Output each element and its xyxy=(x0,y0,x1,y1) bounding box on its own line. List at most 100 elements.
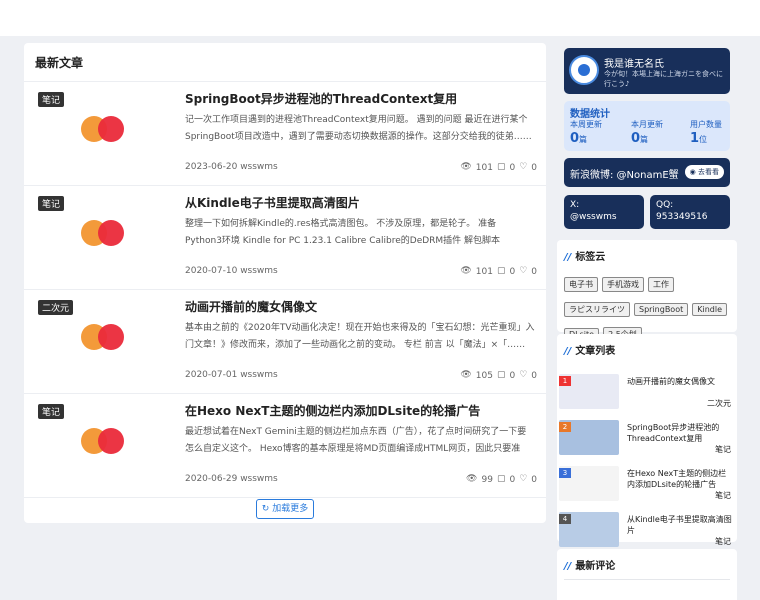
tag-chip[interactable]: SpringBoot xyxy=(634,303,689,316)
tag-chip[interactable]: 手机游戏 xyxy=(602,277,644,292)
profile-card[interactable]: 我是谁无名氏 今が旬！本場上海に上海ガニを食べに行こう♪ xyxy=(564,48,730,94)
article-category[interactable]: 笔记 xyxy=(715,444,731,455)
post-date: 2020-06-29 xyxy=(185,474,238,484)
post-thumbnail[interactable] xyxy=(81,116,125,144)
rank-badge: 1 xyxy=(559,376,571,386)
view-count: 105 xyxy=(475,370,493,381)
comment-count: 0 xyxy=(509,266,516,277)
weibo-visit-button[interactable]: ◉ 去看看 xyxy=(684,165,724,179)
article-title[interactable]: 从Kindle电子书里提取高清图片 xyxy=(627,514,732,536)
post-meta: 2020-07-01 wsswms xyxy=(185,370,278,380)
article-category[interactable]: 笔记 xyxy=(715,536,731,547)
tag-chip[interactable]: 工作 xyxy=(648,277,674,292)
qq-label: QQ: xyxy=(656,200,674,210)
stat-value: 1 xyxy=(690,131,700,146)
post-excerpt: 最近想试着在NexT Gemini主题的侧边栏加点东西（广告），花了点时间研究了… xyxy=(185,427,527,454)
post-excerpt: 整理一下如何拆解Kindle的.res格式高清图包。 不涉及原理，都是轮子。 准… xyxy=(185,219,501,246)
post-item[interactable]: 笔记 在Hexo NexT主题的侧边栏内添加DLsite的轮播广告最近想试着在Ne… xyxy=(24,394,546,498)
tag-chip[interactable]: 电子书 xyxy=(564,277,598,292)
article-title[interactable]: 在Hexo NexT主题的侧边栏内添加DLsite的轮播广告 xyxy=(627,468,732,490)
post-date: 2020-07-10 xyxy=(185,266,238,276)
post-stats: 👁 101 ▢ 0 ♡ 0 xyxy=(456,266,537,277)
comment-icon: ▢ xyxy=(496,474,506,484)
weibo-card: 新浪微博: @NonamE蟹 ◉ 去看看 xyxy=(564,158,730,187)
article-list-item[interactable]: 3 在Hexo NexT主题的侧边栏内添加DLsite的轮播广告 笔记 xyxy=(557,466,737,506)
post-date: 2020-07-01 xyxy=(185,370,238,380)
view-count: 101 xyxy=(475,266,493,277)
post-meta: 2023-06-20 wsswms xyxy=(185,162,278,172)
article-list-panel: //文章列表 1 动画开播前的魔女偶像文二次元 2 SpringBoot异步进程池的T… xyxy=(557,334,737,547)
stat-weekly: 本周更新 0篇 xyxy=(570,119,602,146)
profile-name: 我是谁无名氏 xyxy=(604,59,664,70)
section-title: //文章列表 xyxy=(564,346,616,357)
qq-card[interactable]: QQ: 953349516 xyxy=(650,195,730,229)
eye-icon: 👁 xyxy=(466,474,478,484)
eye-icon: 👁 xyxy=(460,266,472,276)
rank-badge: 4 xyxy=(559,514,571,524)
stat-label: 本月更新 xyxy=(631,120,663,129)
tag-chip[interactable]: ラピスリライツ xyxy=(564,302,630,317)
eye-icon: 👁 xyxy=(460,370,472,380)
post-item[interactable]: 笔记 从Kindle电子书里提取高清图片整理一下如何拆解Kindle的.res格式… xyxy=(24,186,546,290)
x-label: X: xyxy=(570,200,580,210)
stat-unit: 位 xyxy=(699,135,708,144)
stat-value: 0 xyxy=(631,131,641,146)
x-account-card[interactable]: X: @wsswms xyxy=(564,195,644,229)
article-list-item[interactable]: 2 SpringBoot异步进程池的ThreadContext复用 笔记 xyxy=(557,420,737,460)
stat-label: 本周更新 xyxy=(570,120,602,129)
like-count: 0 xyxy=(531,266,537,277)
post-thumbnail[interactable] xyxy=(81,220,125,248)
divider xyxy=(564,579,730,580)
post-item[interactable]: 笔记 SpringBoot异步进程池的ThreadContext复用 记一次工作项目… xyxy=(24,82,546,186)
post-thumbnail[interactable] xyxy=(81,428,125,456)
weibo-icon: ◉ xyxy=(689,168,696,176)
post-title[interactable]: 动画开播前的魔女偶像文 xyxy=(185,298,317,315)
tagcloud-panel: //标签云 电子书手机游戏工作ラピスリライツSpringBootKindleDL… xyxy=(557,240,737,342)
section-title: //标签云 xyxy=(564,252,606,263)
heart-icon: ♡ xyxy=(519,474,528,484)
post-item[interactable]: 二次元 动画开播前的魔女偶像文基本由之前的《2020年TV动画化决定！现在开始也来… xyxy=(24,290,546,394)
rank-badge: 2 xyxy=(559,422,571,432)
category-badge[interactable]: 笔记 xyxy=(38,92,65,107)
stats-card: 数据统计 本周更新 0篇 本月更新 0篇 用户数量 1位 xyxy=(564,101,730,151)
post-thumbnail[interactable] xyxy=(81,324,125,352)
article-category[interactable]: 笔记 xyxy=(715,490,731,501)
article-title[interactable]: SpringBoot异步进程池的ThreadContext复用 xyxy=(627,422,732,444)
top-navbar xyxy=(0,0,760,36)
stat-unit: 篇 xyxy=(640,135,649,144)
article-category[interactable]: 二次元 xyxy=(707,398,731,409)
heart-icon: ♡ xyxy=(519,266,528,276)
post-stats: 👁 99 ▢ 0 ♡ 0 xyxy=(462,474,537,485)
qq-number: 953349516 xyxy=(656,212,708,222)
load-more-button[interactable]: ↻ 加载更多 xyxy=(256,499,314,519)
article-list-item[interactable]: 4 从Kindle电子书里提取高清图片 笔记 xyxy=(557,512,737,552)
view-count: 101 xyxy=(475,162,493,173)
post-title[interactable]: SpringBoot异步进程池的ThreadContext复用 xyxy=(185,90,457,107)
post-excerpt: 基本由之前的《2020年TV动画化决定！现在开始也来得及的「宝石幻想：光芒重现」… xyxy=(185,323,535,350)
post-stats: 👁 101 ▢ 0 ♡ 0 xyxy=(456,162,537,173)
tag-chip[interactable]: Kindle xyxy=(692,303,727,316)
latest-comments-panel: //最新评论 xyxy=(557,549,737,600)
category-badge[interactable]: 笔记 xyxy=(38,404,65,419)
post-stats: 👁 105 ▢ 0 ♡ 0 xyxy=(456,370,537,381)
heart-icon: ♡ xyxy=(519,370,528,380)
comment-count: 0 xyxy=(509,474,516,485)
post-title[interactable]: 在Hexo NexT主题的侧边栏内添加DLsite的轮播广告 xyxy=(185,402,480,419)
stat-users: 用户数量 1位 xyxy=(690,119,722,146)
stat-unit: 篇 xyxy=(579,135,588,144)
article-title[interactable]: 动画开播前的魔女偶像文 xyxy=(627,376,732,387)
load-more-label: 加载更多 xyxy=(272,504,309,514)
stat-value: 0 xyxy=(570,131,580,146)
like-count: 0 xyxy=(531,162,537,173)
post-title[interactable]: 从Kindle电子书里提取高清图片 xyxy=(185,194,360,211)
x-handle: @wsswms xyxy=(570,212,617,222)
section-title: //最新评论 xyxy=(564,561,616,572)
category-badge[interactable]: 笔记 xyxy=(38,196,65,211)
article-list-item[interactable]: 1 动画开播前的魔女偶像文二次元 xyxy=(557,374,737,414)
weibo-text: 新浪微博: @NonamE蟹 xyxy=(570,170,679,181)
post-author: wsswms xyxy=(240,266,278,276)
eye-icon: 👁 xyxy=(460,162,472,172)
category-badge[interactable]: 二次元 xyxy=(38,300,74,315)
post-date: 2023-06-20 xyxy=(185,162,238,172)
post-author: wsswms xyxy=(240,474,278,484)
